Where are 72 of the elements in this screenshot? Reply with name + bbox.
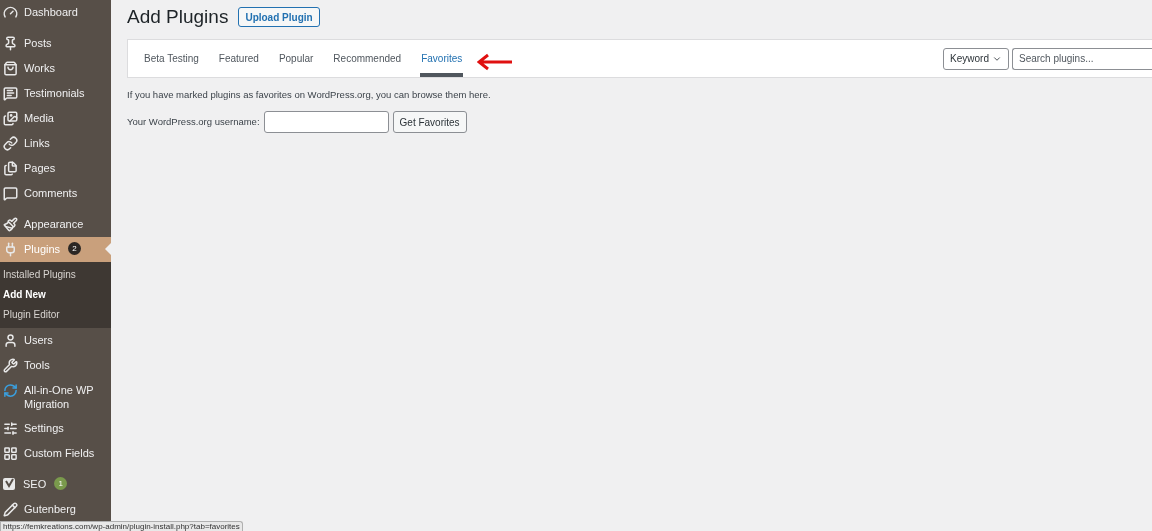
menu-label: All-in-One WP Migration [24, 383, 95, 411]
seo-icon [3, 477, 17, 491]
menu-item[interactable]: Pages [0, 156, 111, 181]
sliders-icon [3, 421, 18, 436]
menu-item[interactable]: Links [0, 131, 111, 156]
menu-item[interactable]: All-in-One WP Migration [0, 378, 111, 416]
page-title: Add Plugins [127, 5, 229, 29]
menu-item[interactable]: SEO 1 [0, 472, 111, 497]
menu-label: Dashboard [24, 5, 79, 19]
gauge-icon [3, 5, 18, 20]
menu-label: Comments [24, 186, 79, 200]
user-icon [3, 333, 18, 348]
menu-item[interactable]: Testimonials [0, 81, 111, 106]
menu-item[interactable]: Comments [0, 181, 111, 206]
annotation-arrow [477, 52, 514, 71]
menu-label: Posts [24, 36, 53, 50]
menu-item[interactable]: Users [0, 328, 111, 353]
pencil-icon [3, 502, 18, 517]
comment-icon [3, 186, 18, 201]
menu-label: Links [24, 136, 51, 150]
menu-label: SEO [23, 477, 48, 491]
menu-label: Plugins [24, 242, 62, 256]
pages-icon [3, 161, 18, 176]
filter-tab[interactable]: Beta Testing [143, 40, 200, 77]
submenu-item[interactable]: Plugin Editor [0, 305, 111, 325]
menu-label: Media [24, 111, 55, 125]
upload-plugin-button[interactable]: Upload Plugin [238, 7, 320, 27]
count-badge: 1 [54, 477, 68, 490]
menu-item[interactable]: Plugins 2 [0, 237, 111, 262]
media-icon [3, 111, 18, 126]
wrench-icon [3, 358, 18, 373]
submenu-item[interactable]: Add New [0, 285, 111, 305]
menu-item[interactable]: Gutenberg [0, 497, 111, 522]
search-field[interactable]: Search plugins... [1012, 47, 1152, 70]
menu-label: Gutenberg [24, 502, 77, 516]
menu-label: Pages [24, 161, 57, 175]
username-label: Your WordPress.org username: [127, 115, 260, 130]
menu-item[interactable]: Posts [0, 31, 111, 56]
menu-item[interactable]: Tools [0, 353, 111, 378]
menu-item[interactable]: Appearance [0, 212, 111, 237]
get-favorites-button[interactable]: Get Favorites [392, 111, 467, 134]
menu-label: Tools [24, 358, 51, 372]
active-pointer-icon [105, 243, 111, 255]
intro-text: If you have marked plugins as favorites on WordPress.org, you can browse them here. [127, 88, 492, 102]
menu-item[interactable]: Custom Fields [0, 441, 111, 466]
menu-label: Settings [24, 421, 65, 435]
menu-label: Users [24, 333, 54, 347]
bag-icon [3, 61, 18, 76]
menu-label: Appearance [24, 217, 85, 231]
count-badge: 2 [68, 242, 82, 255]
filter-tab[interactable]: Favorites [420, 40, 464, 77]
filter-tab[interactable]: Popular [277, 40, 315, 77]
menu-item[interactable]: Media [0, 106, 111, 131]
username-field[interactable] [263, 111, 389, 134]
link-icon [3, 136, 18, 151]
search-type-select[interactable]: Keyword [943, 47, 1009, 70]
filter-tab[interactable]: Featured [217, 40, 260, 77]
menu-label: Custom Fields [24, 446, 96, 460]
menu-label: Works [24, 61, 56, 75]
status-bar: https://femkreations.com/wp-admin/plugin-install.php?tab=favorites [0, 521, 243, 531]
brush-icon [3, 217, 18, 232]
menu-item[interactable]: Settings [0, 416, 111, 441]
menu-label: Testimonials [24, 86, 86, 100]
grid-icon [3, 446, 18, 461]
submenu-item[interactable]: Installed Plugins [0, 265, 111, 285]
refresh-icon [3, 383, 18, 398]
menu-item[interactable]: Works [0, 56, 111, 81]
pin-icon [3, 36, 18, 51]
menu-item[interactable]: Dashboard [0, 0, 111, 25]
chat-icon [3, 86, 18, 101]
plug-icon [3, 242, 18, 257]
filter-tab[interactable]: Recommended [332, 40, 403, 77]
